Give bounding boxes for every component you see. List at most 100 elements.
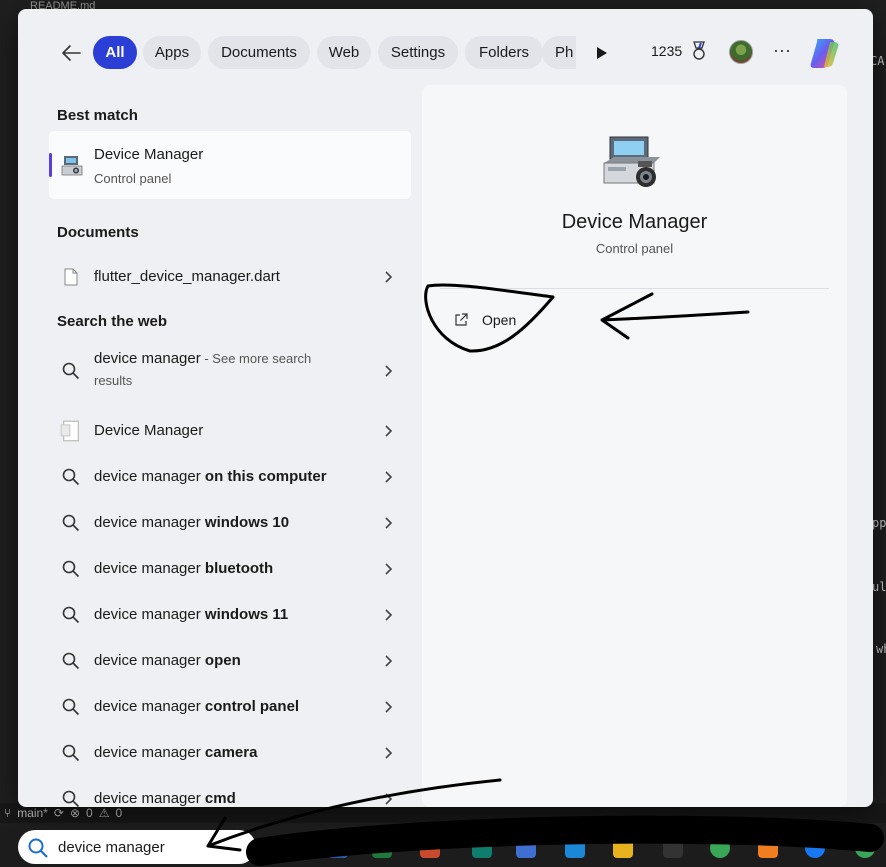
filter-web[interactable]: Web [317, 36, 371, 69]
more-options-button[interactable]: ··· [770, 41, 794, 63]
best-match-title: Device Manager [94, 146, 204, 163]
app-icon[interactable] [372, 838, 392, 858]
search-flyout: All Apps Documents Web Settings Folders … [18, 9, 873, 807]
search-icon [62, 744, 80, 762]
facebook-icon[interactable] [805, 838, 825, 858]
search-web-heading: Search the web [57, 313, 168, 330]
list-item[interactable]: device manager windows 10 [49, 503, 411, 543]
filter-settings[interactable]: Settings [378, 36, 458, 69]
list-item[interactable]: device manager open [49, 641, 411, 681]
web-result-text: device manager open [94, 652, 241, 669]
best-match-subtitle: Control panel [94, 171, 172, 186]
list-item[interactable]: device manager cmd [49, 779, 411, 807]
taskbar-app-icons [260, 830, 886, 864]
list-item[interactable]: device manager camera [49, 733, 411, 773]
document-icon [64, 268, 78, 286]
web-result-text: device manager windows 11 [94, 606, 289, 623]
list-item[interactable]: device manager windows 11 [49, 595, 411, 635]
warning-icon: ⚠ [98, 806, 110, 820]
arrow-left-icon [62, 45, 81, 61]
error-count[interactable]: 0 [86, 806, 93, 820]
chevron-right-icon [385, 563, 393, 575]
chevron-right-icon [385, 609, 393, 621]
filter-photos[interactable]: Ph [542, 36, 576, 69]
list-item[interactable]: device manager on this computer [49, 457, 411, 497]
medal-icon[interactable] [691, 41, 707, 61]
preview-pane: Device Manager Control panel Open [422, 85, 847, 807]
preview-divider [440, 288, 829, 289]
chevron-right-icon [385, 517, 393, 529]
filter-apps[interactable]: Apps [143, 36, 201, 69]
preview-title: Device Manager [561, 211, 708, 233]
avatar[interactable] [729, 40, 753, 64]
list-item[interactable]: device manager control panel [49, 687, 411, 727]
warning-count[interactable]: 0 [115, 806, 122, 820]
app-icon[interactable] [565, 838, 585, 858]
list-item[interactable]: device manager bluetooth [49, 549, 411, 589]
search-icon [62, 560, 80, 578]
list-item[interactable]: device manager - See more search results [49, 345, 411, 397]
results-list: Best match Device Manager Control panel … [18, 87, 422, 807]
list-item[interactable]: flutter_device_manager.dart [49, 257, 411, 297]
web-result-text: device manager windows 10 [94, 514, 290, 531]
app-icon[interactable] [516, 838, 536, 858]
device-manager-large-icon [603, 136, 660, 187]
more-filters-button[interactable] [592, 43, 612, 63]
filter-bar: All Apps Documents Web Settings Folders … [18, 9, 873, 87]
best-match-item[interactable]: Device Manager Control panel [49, 131, 411, 199]
web-result-text: device manager on this computer [94, 468, 327, 485]
folder-icon[interactable] [613, 838, 633, 858]
document-name: flutter_device_manager.dart [94, 268, 280, 285]
app-icon[interactable] [758, 838, 778, 858]
web-result-text: device manager - See more search results [94, 350, 312, 388]
app-icon[interactable] [663, 838, 683, 858]
chevron-right-icon [385, 701, 393, 713]
open-button[interactable]: Open [444, 307, 534, 333]
web-result-text: device manager bluetooth [94, 560, 274, 577]
back-button[interactable] [58, 40, 84, 66]
selection-indicator [49, 153, 52, 177]
app-icon[interactable] [420, 838, 440, 858]
web-result-text: device manager control panel [94, 698, 300, 715]
search-icon [62, 606, 80, 624]
rewards-points[interactable]: 1235 [651, 43, 682, 59]
chrome-icon[interactable] [855, 838, 875, 858]
open-label: Open [482, 312, 517, 328]
taskbar-search-text[interactable]: device manager [58, 839, 165, 856]
filter-documents[interactable]: Documents [208, 36, 310, 69]
editor-fragment: ul [872, 580, 886, 594]
search-icon [62, 698, 80, 716]
branch-icon: ⑂ [4, 806, 12, 820]
error-icon: ⊗ [69, 806, 81, 820]
device-manager-icon [61, 156, 83, 176]
copilot-icon[interactable] [808, 36, 842, 70]
taskbar-search-box[interactable]: device manager [18, 830, 256, 864]
filter-folders[interactable]: Folders [465, 36, 543, 69]
open-external-icon [455, 313, 468, 326]
web-result-text: device manager cmd [94, 790, 236, 807]
app-icon[interactable] [328, 838, 348, 858]
chrome-icon[interactable] [710, 838, 730, 858]
play-icon [597, 47, 607, 59]
chevron-right-icon [385, 271, 393, 283]
web-result-text: device manager camera [94, 744, 258, 761]
editor-fragment: wh [876, 642, 886, 656]
search-icon [62, 362, 80, 380]
filter-all[interactable]: All [93, 36, 137, 69]
chevron-right-icon [385, 655, 393, 667]
taskbar: device manager [0, 826, 886, 867]
search-icon [62, 790, 80, 807]
editor-fragment: pp [872, 516, 886, 530]
list-item[interactable]: Device Manager [49, 411, 411, 451]
branch-name[interactable]: main* [17, 806, 48, 820]
search-icon [62, 652, 80, 670]
best-match-heading: Best match [57, 107, 138, 124]
app-icon[interactable] [472, 838, 492, 858]
documents-heading: Documents [57, 224, 139, 241]
search-icon [62, 514, 80, 532]
search-icon [28, 838, 48, 858]
sync-icon[interactable]: ⟳ [54, 806, 64, 820]
chevron-right-icon [385, 471, 393, 483]
preview-subtitle: Control panel [595, 241, 674, 256]
search-icon [62, 468, 80, 486]
